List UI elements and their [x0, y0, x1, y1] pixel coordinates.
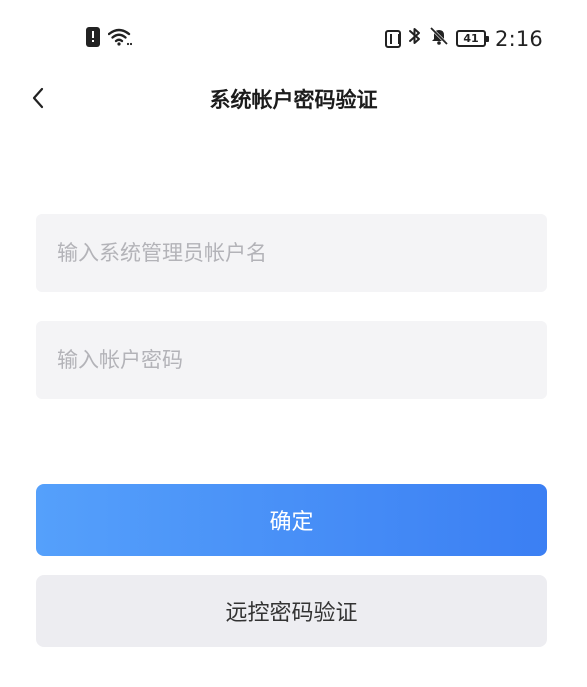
confirm-button[interactable]: 确定: [36, 484, 547, 556]
nfc-icon: [385, 29, 402, 48]
title-bar: 系统帐户密码验证: [0, 76, 587, 120]
page-title: 系统帐户密码验证: [209, 88, 378, 112]
username-input[interactable]: [57, 214, 526, 292]
clock: 2:16: [495, 26, 543, 51]
password-field-container: [36, 321, 547, 399]
battery-level: 41: [463, 32, 479, 45]
sim-alert-icon: [86, 27, 100, 47]
mute-bell-icon: [429, 26, 449, 51]
status-right-icons: 41 2:16: [385, 26, 543, 51]
password-input[interactable]: [57, 321, 526, 399]
username-field-container: [36, 214, 547, 292]
status-left-icons: [86, 27, 132, 47]
bluetooth-icon: [408, 26, 422, 51]
status-bar: 41 2:16: [0, 0, 587, 76]
remote-password-verify-button[interactable]: 远控密码验证: [36, 575, 547, 647]
battery-icon: 41: [456, 30, 490, 47]
wifi-icon: [108, 27, 132, 47]
